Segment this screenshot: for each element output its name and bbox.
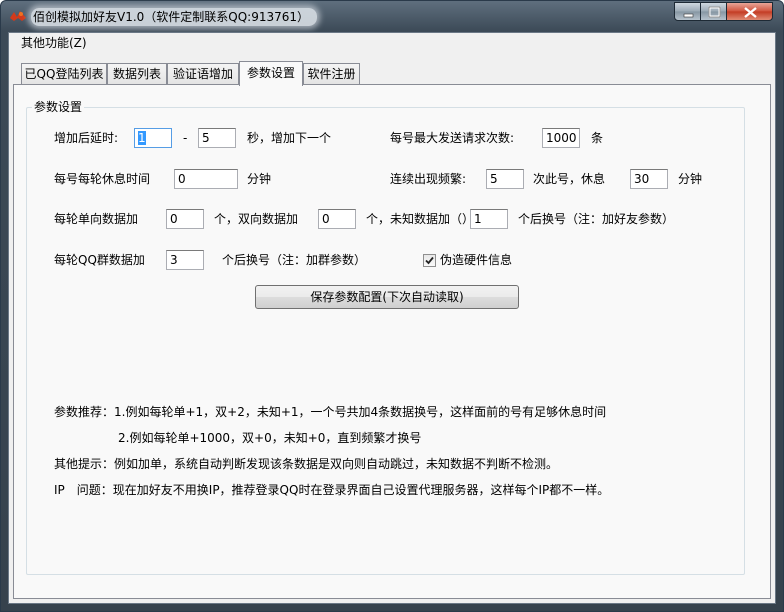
delay-max-input[interactable]: 5 [198, 128, 236, 148]
rest-time-unit: 分钟 [247, 172, 272, 186]
menu-other-functions[interactable]: 其他功能(Z) [15, 35, 93, 51]
recommend-line-2: 2.例如每轮单+1000，双+0，未知+0，直到频繁才换号 [118, 431, 422, 445]
minimize-button[interactable] [674, 2, 701, 21]
qq-group-input[interactable]: 3 [166, 250, 204, 270]
frequency-suffix: 次此号，休息 [533, 172, 606, 186]
tab-logged-qq-list[interactable]: 已QQ登陆列表 [21, 63, 107, 84]
twoway-suffix: 个，未知数据加（） [366, 212, 475, 226]
delay-label: 增加后延时: [54, 131, 119, 145]
frequency-label: 连续出现频繁: [390, 172, 467, 186]
app-logo-icon [10, 11, 26, 21]
max-requests-input[interactable]: 1000 [542, 128, 580, 148]
close-icon [744, 7, 757, 18]
qq-group-label: 每轮QQ群数据加 [54, 253, 145, 267]
frequency-rest-input[interactable]: 30 [630, 169, 668, 189]
unknown-input[interactable]: 1 [470, 209, 508, 229]
window-title: 佰创模拟加好友V1.0（软件定制联系QQ:913761） [31, 8, 318, 26]
recommend-label: 参数推荐： [54, 405, 115, 419]
app-window: 佰创模拟加好友V1.0（软件定制联系QQ:913761） 其他功能(Z) 已QQ… [0, 0, 784, 612]
fake-hardware-label: 伪造硬件信息 [440, 253, 513, 267]
recommend-line-1: 1.例如每轮单+1，双+2，未知+1，一个号共加4条数据换号，这样面前的号有足够… [114, 405, 607, 419]
delay-separator: - [183, 131, 188, 145]
qq-group-suffix: 个后换号（注：加群参数） [222, 253, 367, 267]
frequency-rest-unit: 分钟 [678, 172, 703, 186]
rest-time-input[interactable]: 0 [174, 169, 238, 189]
twoway-input[interactable]: 0 [318, 209, 356, 229]
title-bar[interactable]: 佰创模拟加好友V1.0（软件定制联系QQ:913761） [1, 1, 783, 32]
save-settings-button[interactable]: 保存参数配置(下次自动读取) [255, 285, 519, 309]
close-button[interactable] [726, 2, 773, 21]
checkmark-icon [425, 256, 434, 265]
max-requests-unit: 条 [591, 131, 604, 145]
window-bottom-border [1, 604, 783, 612]
oneway-suffix: 个，双向数据加 [214, 212, 299, 226]
ip-question: IP 问题：现在加好友不用换IP，推荐登录QQ时在登录界面自己设置代理服务器，这… [54, 483, 610, 497]
client-area: 其他功能(Z) 已QQ登陆列表 数据列表 验证语增加 参数设置 软件注册 参数设… [8, 32, 776, 604]
oneway-input[interactable]: 0 [166, 209, 204, 229]
tab-parameter-settings[interactable]: 参数设置 [239, 61, 303, 86]
unknown-suffix: 个后换号（注：加好友参数） [518, 212, 675, 226]
delay-min-value: 1 [138, 131, 146, 145]
rest-time-label: 每号每轮休息时间 [54, 172, 151, 186]
tab-data-list[interactable]: 数据列表 [107, 63, 167, 84]
fake-hardware-checkbox[interactable] [423, 254, 436, 267]
max-requests-label: 每号最大发送请求次数: [390, 131, 515, 145]
tab-software-registration[interactable]: 软件注册 [303, 63, 360, 84]
maximize-icon [708, 6, 721, 18]
maximize-button[interactable] [700, 2, 727, 21]
settings-panel: 参数设置 增加后延时: 1 - 5 秒，增加下一个 每号最大发送请求次数: 10… [13, 84, 771, 599]
tab-verification-text[interactable]: 验证语增加 [167, 63, 239, 84]
oneway-label: 每轮单向数据加 [54, 212, 139, 226]
delay-min-input[interactable]: 1 [134, 128, 172, 148]
tab-strip: 已QQ登陆列表 数据列表 验证语增加 参数设置 软件注册 [9, 61, 775, 86]
minimize-icon [683, 13, 694, 18]
groupbox-title: 参数设置 [32, 99, 85, 115]
menu-bar: 其他功能(Z) [9, 33, 775, 52]
frequency-count-input[interactable]: 5 [486, 169, 524, 189]
delay-suffix: 秒，增加下一个 [247, 131, 332, 145]
other-tip: 其他提示：例如加单，系统自动判断发现该条数据是双向则自动跳过，未知数据不判断不检… [54, 457, 559, 471]
